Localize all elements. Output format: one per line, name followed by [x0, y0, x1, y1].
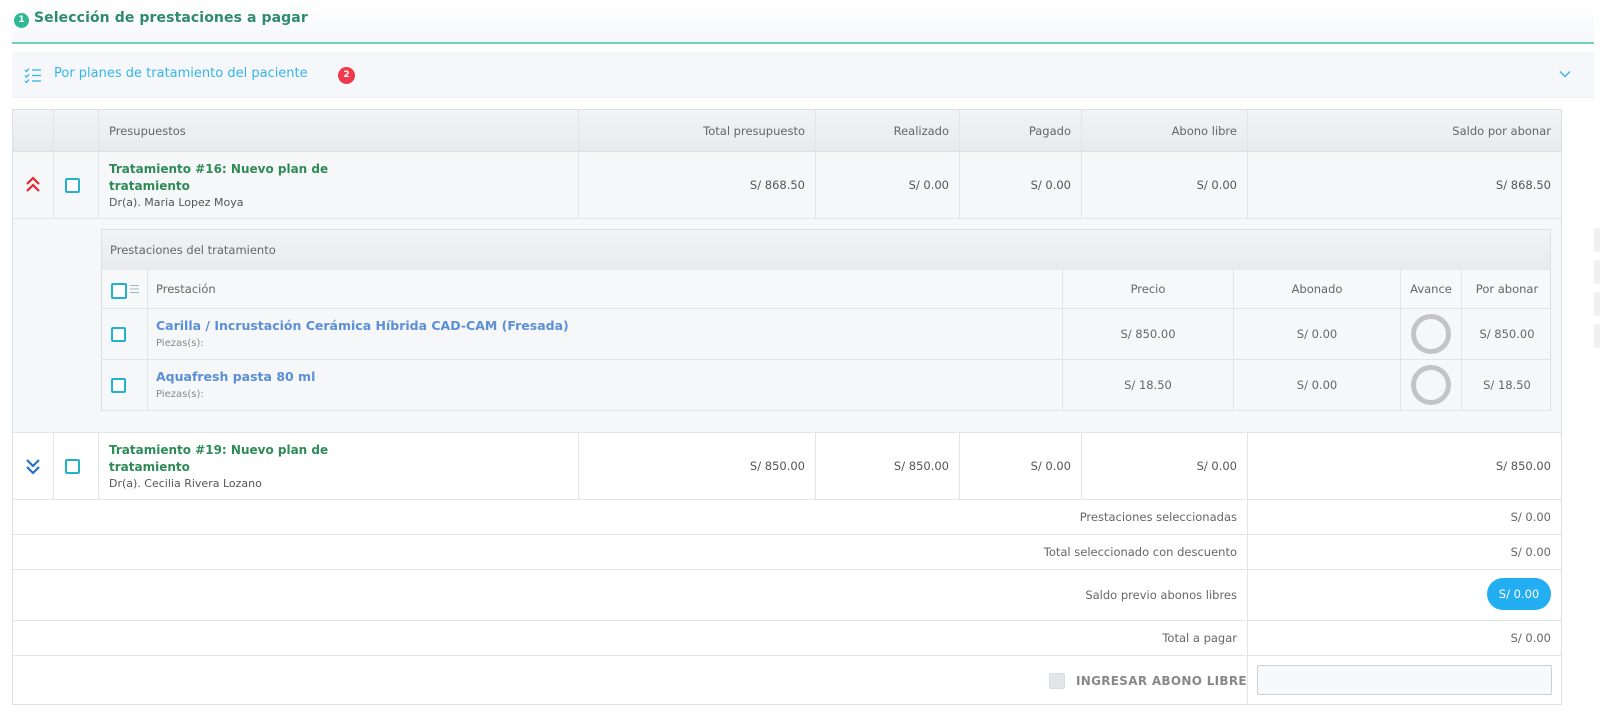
abono-libre-label-cell: INGRESAR ABONO LIBRE [13, 656, 1247, 704]
services-header: Prestación Precio Abonado Avance Por abo… [102, 270, 1550, 309]
service-info: Carilla / Incrustación Cerámica Híbrida … [147, 309, 1062, 359]
summary-value: S/ 0.00 [1247, 535, 1561, 569]
abono-libre-label: INGRESAR ABONO LIBRE [1076, 674, 1247, 688]
header-avance: Avance [1400, 270, 1461, 308]
treatment-title[interactable]: Tratamiento #16: Nuevo plan de tratamien… [109, 161, 329, 195]
summary-row: Total a pagar S/ 0.00 [13, 621, 1561, 656]
summary-value: S/ 0.00 [1247, 621, 1561, 655]
service-abonado: S/ 0.00 [1233, 360, 1400, 410]
summary-label: Total a pagar [1162, 631, 1237, 645]
chevron-down-icon[interactable] [1558, 68, 1572, 80]
treatment-title[interactable]: Tratamiento #19: Nuevo plan de tratamien… [109, 442, 329, 476]
header-total-presupuesto: Total presupuesto [578, 110, 815, 151]
service-pieces: Piezas(s): [156, 389, 204, 400]
services-table-title: Prestaciones del tratamiento [102, 230, 1550, 270]
header-pagado: Pagado [959, 110, 1081, 151]
header-check-col [53, 110, 98, 151]
treatment-realizado: S/ 850.00 [815, 433, 959, 499]
service-por-abonar: S/ 850.00 [1461, 309, 1552, 359]
checklist-icon [24, 68, 41, 83]
service-name[interactable]: Aquafresh pasta 80 ml [156, 369, 315, 384]
accordion-label: Por planes de tratamiento del paciente [54, 66, 308, 81]
service-checkbox[interactable] [111, 378, 126, 393]
header-abono-libre: Abono libre [1081, 110, 1247, 151]
treatment-row: Tratamiento #19: Nuevo plan de tratamien… [13, 433, 1561, 500]
treatment-total: S/ 850.00 [578, 433, 815, 499]
header-por-abonar: Por abonar [1461, 270, 1552, 308]
summary-label: Total seleccionado con descuento [1043, 545, 1237, 559]
summary-label: Saldo previo abonos libres [1085, 588, 1237, 602]
service-checkbox[interactable] [111, 327, 126, 342]
check-cell [53, 433, 98, 499]
service-precio: S/ 18.50 [1062, 360, 1233, 410]
treatment-abono-libre: S/ 0.00 [1081, 433, 1247, 499]
abono-libre-checkbox[interactable] [1049, 673, 1065, 689]
summary-row: Total seleccionado con descuento S/ 0.00 [13, 535, 1561, 570]
progress-ring [1411, 365, 1451, 405]
service-pieces: Piezas(s): [156, 338, 204, 349]
treatment-pagado: S/ 0.00 [959, 152, 1081, 218]
toggle-cell[interactable] [13, 152, 53, 218]
service-avance [1400, 309, 1461, 359]
treatment-info: Tratamiento #19: Nuevo plan de tratamien… [98, 433, 578, 499]
abono-libre-input[interactable] [1257, 665, 1552, 695]
summary-row: Saldo previo abonos libres S/ 0.00 [13, 570, 1561, 621]
treatment-plans-accordion[interactable]: Por planes de tratamiento del paciente 2 [12, 52, 1594, 98]
summary-value: S/ 0.00 [1247, 500, 1561, 534]
select-all-cell [102, 270, 147, 308]
count-badge: 2 [338, 67, 355, 84]
services-table: Prestaciones del tratamiento Prestación … [101, 229, 1551, 411]
header-presupuestos: Presupuestos [98, 110, 578, 151]
treatment-info: Tratamiento #16: Nuevo plan de tratamien… [98, 152, 578, 218]
treatment-row: Tratamiento #16: Nuevo plan de tratamien… [13, 152, 1561, 219]
treatment-realizado: S/ 0.00 [815, 152, 959, 218]
service-abonado: S/ 0.00 [1233, 309, 1400, 359]
service-row: Carilla / Incrustación Cerámica Híbrida … [102, 309, 1550, 360]
step-badge: 1 [14, 13, 29, 28]
service-info: Aquafresh pasta 80 ml Piezas(s): [147, 360, 1062, 410]
treatment-pagado: S/ 0.00 [959, 433, 1081, 499]
select-all-checkbox[interactable] [111, 283, 127, 299]
check-cell [102, 309, 147, 359]
table-header: Presupuestos Total presupuesto Realizado… [13, 110, 1561, 152]
service-por-abonar: S/ 18.50 [1461, 360, 1552, 410]
section-header: 1 Selección de prestaciones a pagar [12, 2, 1594, 44]
double-chevron-down-icon[interactable] [25, 457, 41, 475]
summary-row: Prestaciones seleccionadas S/ 0.00 [13, 500, 1561, 535]
summary-label: Prestaciones seleccionadas [1079, 510, 1237, 524]
service-avance [1400, 360, 1461, 410]
list-icon [130, 285, 139, 293]
treatment-doctor: Dr(a). Cecilia Rivera Lozano [109, 477, 262, 490]
treatment-saldo: S/ 868.50 [1247, 152, 1561, 218]
treatment-details-panel: Prestaciones del tratamiento Prestación … [13, 219, 1561, 433]
service-precio: S/ 850.00 [1062, 309, 1233, 359]
header-saldo-por-abonar: Saldo por abonar [1247, 110, 1561, 151]
header-realizado: Realizado [815, 110, 959, 151]
check-cell [102, 360, 147, 410]
treatment-checkbox[interactable] [65, 178, 80, 193]
treatment-checkbox[interactable] [65, 459, 80, 474]
treatment-doctor: Dr(a). Maria Lopez Moya [109, 196, 244, 209]
saldo-previo-button[interactable]: S/ 0.00 [1487, 578, 1551, 610]
summary-value-cell: S/ 0.00 [1247, 570, 1561, 620]
header-precio: Precio [1062, 270, 1233, 308]
scroll-indicator [1594, 228, 1600, 356]
section-title: Selección de prestaciones a pagar [34, 10, 308, 26]
progress-ring [1411, 314, 1451, 354]
service-name[interactable]: Carilla / Incrustación Cerámica Híbrida … [156, 318, 569, 333]
abono-libre-row: INGRESAR ABONO LIBRE [13, 656, 1561, 704]
header-prestacion: Prestación [147, 270, 1062, 308]
budgets-table: Presupuestos Total presupuesto Realizado… [12, 109, 1562, 705]
header-toggle-col [13, 110, 53, 151]
treatment-abono-libre: S/ 0.00 [1081, 152, 1247, 218]
header-abonado: Abonado [1233, 270, 1400, 308]
double-chevron-up-icon[interactable] [25, 176, 41, 194]
treatment-saldo: S/ 850.00 [1247, 433, 1561, 499]
service-row: Aquafresh pasta 80 ml Piezas(s): S/ 18.5… [102, 360, 1550, 411]
check-cell [53, 152, 98, 218]
treatment-total: S/ 868.50 [578, 152, 815, 218]
abono-libre-input-cell [1247, 656, 1561, 704]
toggle-cell[interactable] [13, 433, 53, 499]
